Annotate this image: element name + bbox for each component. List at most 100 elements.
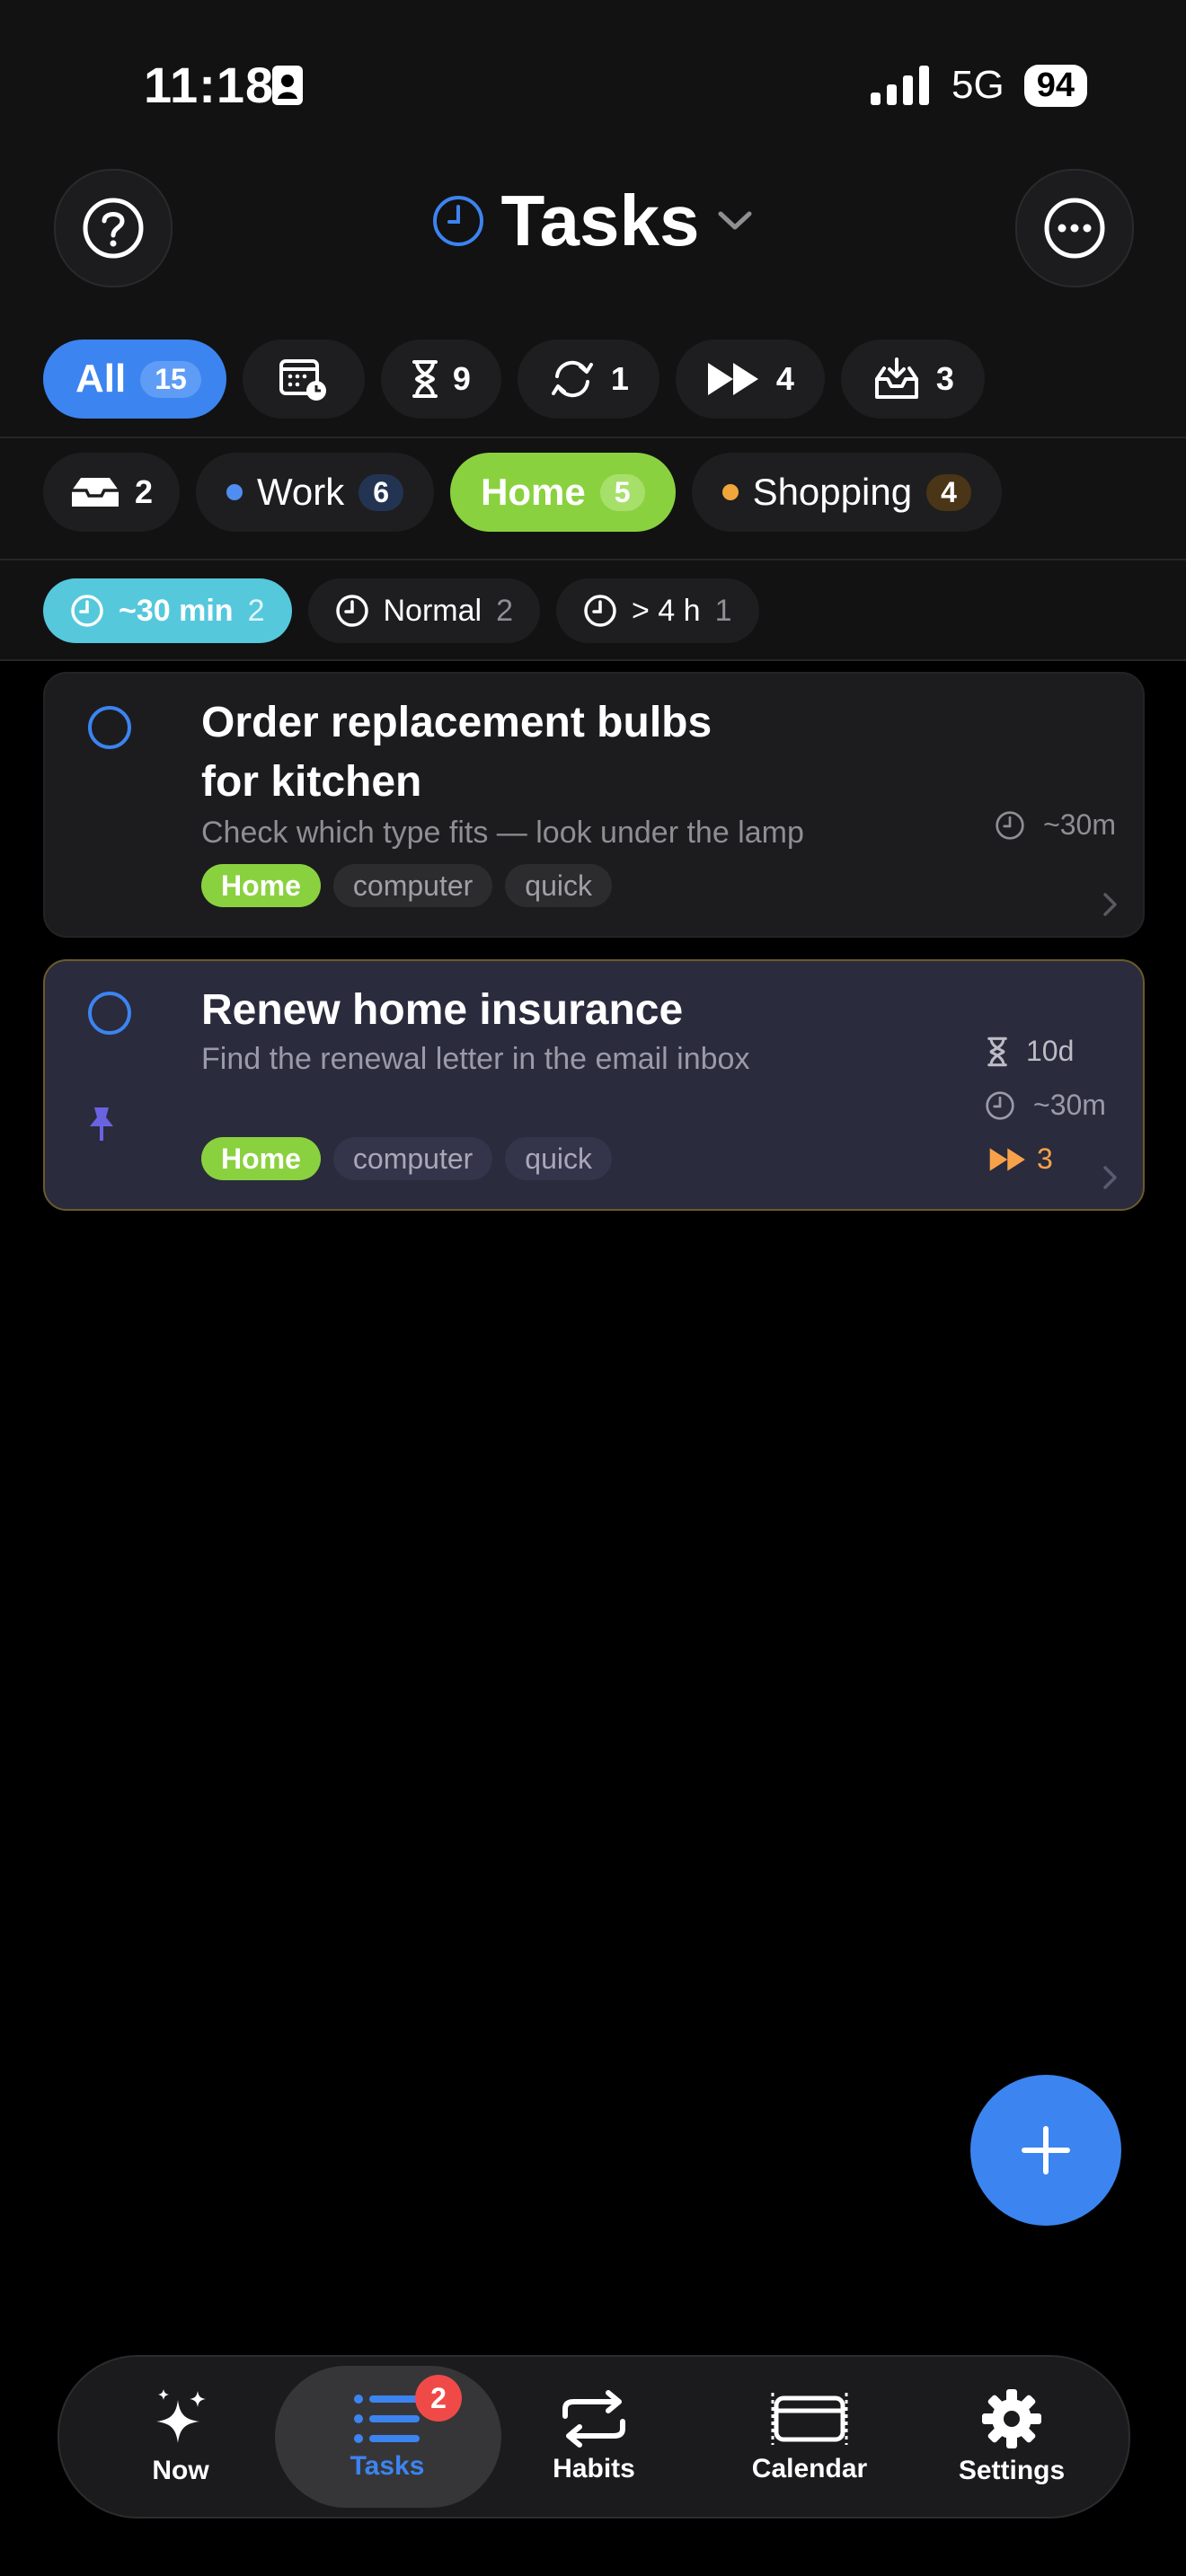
pin-icon	[90, 1107, 113, 1141]
tag-computer[interactable]: computer	[332, 1137, 493, 1180]
task-card-pinned[interactable]: Renew home insurance Find the renewal le…	[43, 959, 1145, 1211]
calendar-clock-icon	[279, 359, 326, 401]
more-button[interactable]	[1015, 169, 1134, 287]
tab-bar: Now Tasks 2 Habits Calendar Settings	[58, 2355, 1130, 2519]
duration-long-count: 1	[714, 593, 732, 628]
filter-all-label: All	[75, 357, 127, 401]
tab-tasks-label: Tasks	[350, 2451, 425, 2481]
list-shopping-count: 4	[926, 473, 971, 511]
clock-icon	[584, 595, 616, 627]
clock-icon	[432, 196, 483, 246]
task-checkbox[interactable]	[88, 992, 131, 1035]
filter-row-lists: 2 Work 6 Home 5 Shopping 4	[43, 453, 1002, 532]
filter-repeat-count: 1	[610, 360, 629, 397]
list-work-count: 6	[358, 473, 404, 511]
list-home-label: Home	[481, 471, 586, 513]
filter-deadline-count: 9	[452, 360, 471, 397]
list-inbox[interactable]: 2	[43, 453, 181, 532]
tab-calendar-label: Calendar	[751, 2454, 868, 2483]
task-subtitle: Check which type fits — look under the l…	[201, 816, 804, 850]
tag-home[interactable]: Home	[201, 864, 321, 907]
chevron-right-icon	[1103, 893, 1117, 916]
task-title: Renew home insurance	[201, 986, 684, 1034]
hourglass-icon	[987, 1037, 1007, 1066]
clock-icon	[335, 595, 368, 627]
calendar-strip-icon	[771, 2393, 848, 2445]
divider	[0, 659, 1186, 661]
clock-icon	[986, 1090, 1014, 1120]
task-due: 10d	[987, 1035, 1074, 1068]
chevron-down-icon	[718, 211, 752, 230]
duration-normal[interactable]: Normal 2	[307, 578, 540, 643]
shopping-color-dot	[721, 484, 739, 500]
inbox-icon	[72, 478, 119, 507]
filter-repeat[interactable]: 1	[517, 340, 659, 419]
tag-computer[interactable]: computer	[332, 864, 493, 907]
list-shopping[interactable]: Shopping 4	[691, 453, 1002, 532]
repeat-arrows-icon	[562, 2390, 625, 2448]
sparkles-icon	[156, 2389, 206, 2443]
inbox-tray-icon	[874, 357, 918, 399]
duration-30min[interactable]: ~30 min 2	[43, 578, 292, 643]
filter-priority[interactable]: 4	[675, 340, 825, 419]
contact-card-icon	[271, 65, 304, 110]
filter-all[interactable]: All 15	[43, 340, 226, 419]
duration-normal-count: 2	[496, 593, 513, 628]
duration-long[interactable]: > 4 h 1	[556, 578, 759, 643]
plus-icon	[1022, 2126, 1070, 2175]
divider	[0, 437, 1186, 438]
status-right: 5G 94	[871, 63, 1087, 108]
status-time: 11:18	[144, 57, 275, 113]
filter-row-duration: ~30 min 2 Normal 2 > 4 h 1	[43, 578, 759, 643]
task-title: Order replacement bulbs for kitchen	[201, 693, 712, 812]
more-icon	[1044, 198, 1105, 259]
fast-forward-icon	[989, 1147, 1025, 1171]
filter-priority-count: 4	[775, 360, 794, 397]
task-card[interactable]: Order replacement bulbs for kitchen Chec…	[43, 672, 1145, 938]
duration-value: ~30m	[1043, 808, 1116, 841]
tag-quick[interactable]: quick	[505, 864, 612, 907]
filter-deadline[interactable]: 9	[380, 340, 501, 419]
tab-habits[interactable]: Habits	[527, 2357, 661, 2517]
add-task-button[interactable]	[970, 2075, 1121, 2226]
tasks-badge: 2	[415, 2375, 462, 2422]
hourglass-icon	[412, 360, 438, 398]
battery-indicator: 94	[1023, 64, 1087, 107]
tab-calendar[interactable]: Calendar	[724, 2357, 895, 2517]
divider	[0, 559, 1186, 560]
duration-long-label: > 4 h	[632, 593, 701, 628]
task-checkbox[interactable]	[88, 706, 131, 749]
fast-forward-icon	[707, 363, 758, 395]
tag-home[interactable]: Home	[201, 1137, 321, 1180]
task-duration: ~30m	[985, 1089, 1106, 1122]
repeat-icon	[551, 360, 593, 398]
tab-habits-label: Habits	[553, 2454, 635, 2483]
task-title-line: Order replacement bulbs	[201, 699, 712, 746]
filter-all-count: 15	[140, 360, 201, 398]
filter-scheduled[interactable]	[242, 340, 365, 419]
list-inbox-count: 2	[135, 473, 154, 510]
list-work-label: Work	[257, 471, 345, 513]
chevron-right-icon	[1103, 1166, 1117, 1189]
header-title-group[interactable]: Tasks	[0, 180, 1186, 262]
clock-icon	[71, 595, 103, 627]
duration-30min-label: ~30 min	[119, 593, 234, 628]
task-title-line: for kitchen	[201, 758, 422, 806]
gear-icon	[982, 2389, 1041, 2448]
duration-value: ~30m	[1033, 1089, 1106, 1121]
list-home[interactable]: Home 5	[450, 453, 676, 532]
task-subtitle: Find the renewal letter in the email inb…	[201, 1042, 750, 1076]
network-label: 5G	[951, 63, 1005, 107]
tab-settings[interactable]: Settings	[940, 2357, 1084, 2517]
duration-30min-count: 2	[247, 593, 265, 628]
tab-now[interactable]: Now	[113, 2357, 248, 2517]
tag-quick[interactable]: quick	[505, 1137, 612, 1180]
duration-normal-label: Normal	[383, 593, 482, 628]
list-icon	[354, 2395, 420, 2443]
priority-value: 3	[1037, 1142, 1053, 1175]
filter-inbox[interactable]: 3	[840, 340, 985, 419]
list-home-count: 5	[599, 473, 645, 511]
clock-icon	[996, 810, 1024, 840]
task-duration: ~30m	[995, 808, 1116, 842]
list-work[interactable]: Work 6	[196, 453, 435, 532]
